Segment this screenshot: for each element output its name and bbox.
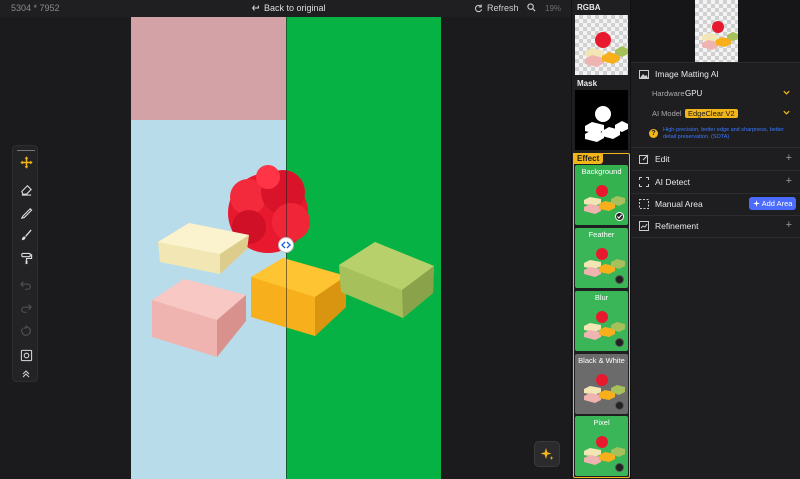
manual-area-title: Manual Area [655, 199, 703, 209]
check-icon [615, 212, 624, 221]
effect-feather[interactable]: Feather [575, 228, 628, 288]
pink-soap [152, 279, 246, 357]
paint-roller-icon[interactable] [18, 250, 34, 266]
edit-section[interactable]: Edit [639, 154, 670, 164]
effect-black-white[interactable]: Black & White [575, 354, 628, 414]
effect-tag: Effect [573, 153, 604, 164]
image-matting-title: Image Matting AI [655, 69, 719, 79]
tool-palette [12, 145, 38, 382]
image-icon [639, 69, 649, 79]
paint-brush-icon[interactable] [18, 227, 34, 243]
edit-icon [639, 154, 649, 164]
ai-detect-section[interactable]: AI Detect [639, 177, 690, 187]
radio-unselected [615, 463, 624, 472]
edit-add-button[interactable]: + [786, 152, 792, 164]
sparkle-icon [540, 448, 554, 460]
mask-title: Mask [577, 79, 598, 88]
add-area-label: Add Area [761, 199, 793, 208]
eraser-icon[interactable] [18, 181, 34, 197]
effect-blur[interactable]: Blur [575, 291, 628, 351]
rgba-thumbnail[interactable] [575, 15, 628, 75]
settings-panel: Image Matting AI Hardware GPU AI Model E… [630, 0, 800, 479]
effect-pixel[interactable]: Pixel [575, 416, 628, 476]
radio-unselected [615, 338, 624, 347]
zoom-level[interactable]: 19% [545, 4, 561, 13]
comparison-view[interactable] [131, 17, 441, 479]
refresh-label: Refresh [487, 3, 519, 13]
brush-pen-icon[interactable] [18, 204, 34, 220]
back-icon [252, 5, 259, 11]
hardware-value: GPU [685, 89, 703, 98]
top-bar: 5304 * 7952 Back to original Refresh 19% [0, 0, 571, 17]
redo-icon[interactable] [18, 300, 34, 316]
output-thumbnails: RGBA Mask Effect Background Feather Blur Bl… [571, 0, 630, 479]
radio-unselected [615, 401, 624, 410]
back-to-original-button[interactable]: Back to original [252, 3, 326, 13]
edit-title: Edit [655, 154, 670, 164]
hardware-select[interactable]: GPU [681, 87, 793, 100]
search-icon[interactable] [527, 3, 536, 14]
app-window: 5304 * 7952 Back to original Refresh 19% [0, 0, 800, 479]
manual-area-icon [639, 199, 649, 209]
add-area-button[interactable]: Add Area [749, 197, 796, 210]
sparkle-icon [752, 200, 760, 207]
ai-detect-icon [639, 177, 649, 187]
chevron-down-icon [783, 110, 790, 115]
refinement-section[interactable]: Refinement [639, 221, 698, 231]
hardware-label: Hardware [652, 89, 685, 98]
chevron-down-icon [783, 90, 790, 95]
refresh-button[interactable]: Refresh [474, 3, 519, 13]
ai-model-value: EdgeClear V2 [685, 109, 738, 118]
green-soap [339, 242, 434, 318]
move-icon[interactable] [18, 154, 34, 170]
ai-model-note: High-precision, better edge and sharpnes… [663, 127, 784, 140]
refresh-icon [474, 3, 483, 12]
ai-detect-title: AI Detect [655, 177, 690, 187]
manual-area-section[interactable]: Manual Area [639, 199, 703, 209]
refinement-add-button[interactable]: + [786, 219, 792, 231]
ai-magic-button[interactable] [534, 441, 560, 467]
preview-thumbnail [695, 0, 738, 62]
refinement-title: Refinement [655, 221, 699, 231]
refinement-icon [639, 221, 649, 231]
help-icon[interactable]: ? [649, 129, 658, 138]
ai-detect-add-button[interactable]: + [786, 175, 792, 187]
ai-model-label: AI Model [652, 109, 682, 118]
undo-icon[interactable] [18, 277, 34, 293]
radio-unselected [615, 275, 624, 284]
collapse-icon[interactable] [18, 366, 34, 382]
image-matting-header: Image Matting AI [639, 69, 719, 79]
compare-handle-icon[interactable] [278, 237, 294, 253]
fit-screen-icon[interactable] [18, 347, 34, 363]
reset-icon[interactable] [18, 323, 34, 339]
effect-background[interactable]: Background [575, 165, 628, 225]
ai-model-select[interactable]: EdgeClear V2 [681, 107, 793, 120]
rgba-title: RGBA [577, 3, 601, 12]
mask-thumbnail[interactable] [575, 90, 628, 150]
result-preview [631, 0, 800, 62]
yellow-soap [251, 258, 346, 336]
image-canvas[interactable] [0, 17, 571, 479]
image-dimensions: 5304 * 7952 [11, 3, 60, 13]
back-label: Back to original [264, 3, 326, 13]
